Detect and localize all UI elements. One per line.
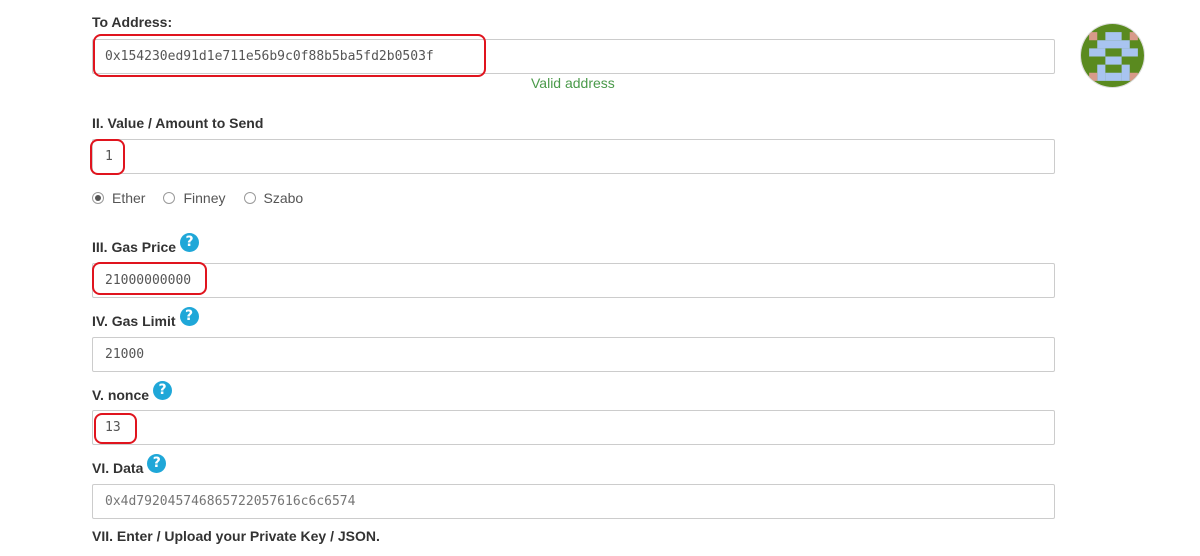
private-key-label: VII. Enter / Upload your Private Key / J… — [92, 528, 380, 544]
unit-option-ether[interactable]: Ether — [92, 190, 145, 206]
radio-finney[interactable] — [163, 192, 176, 204]
unit-label-finney: Finney — [183, 190, 226, 206]
address-validation-text: Valid address — [531, 75, 615, 91]
identicon-image — [1081, 24, 1144, 87]
gas-price-input[interactable] — [92, 263, 1055, 298]
gas-price-help-icon[interactable]: ? — [180, 233, 200, 252]
private-key-label-text: VII. Enter / Upload your Private Key / J… — [92, 528, 380, 544]
address-identicon — [1080, 23, 1145, 88]
gas-limit-help-icon[interactable]: ? — [179, 307, 199, 326]
radio-ether[interactable] — [92, 192, 104, 204]
unit-option-finney[interactable]: Finney — [163, 190, 226, 206]
amount-input[interactable] — [92, 139, 1055, 174]
data-help-icon[interactable]: ? — [147, 454, 167, 473]
nonce-help-icon[interactable]: ? — [153, 381, 173, 400]
unit-label-ether: Ether — [112, 190, 146, 206]
gas-limit-label-text: IV. Gas Limit — [92, 312, 176, 329]
value-label: II. Value / Amount to Send — [92, 115, 263, 131]
gas-price-label-text: III. Gas Price — [92, 238, 177, 255]
to-address-label-text: To Address: — [92, 14, 173, 30]
value-label-text: II. Value / Amount to Send — [92, 115, 264, 131]
nonce-input[interactable] — [92, 410, 1055, 445]
gas-price-label: III. Gas Price ? — [92, 233, 200, 256]
data-label: VI. Data ? — [92, 454, 167, 477]
to-address-input[interactable] — [92, 39, 1055, 74]
to-address-label: To Address: — [92, 14, 172, 30]
gas-limit-input[interactable] — [92, 337, 1055, 372]
unit-option-szabo[interactable]: Szabo — [243, 190, 304, 206]
nonce-label-text: V. nonce — [92, 386, 150, 403]
data-input[interactable] — [92, 484, 1055, 519]
gas-limit-label: IV. Gas Limit ? — [92, 307, 199, 330]
nonce-label: V. nonce ? — [92, 381, 173, 404]
unit-label-szabo: Szabo — [263, 190, 304, 206]
radio-szabo[interactable] — [243, 192, 256, 204]
data-label-text: VI. Data — [92, 459, 144, 476]
unit-radio-group: Ether Finney Szabo — [92, 190, 321, 206]
